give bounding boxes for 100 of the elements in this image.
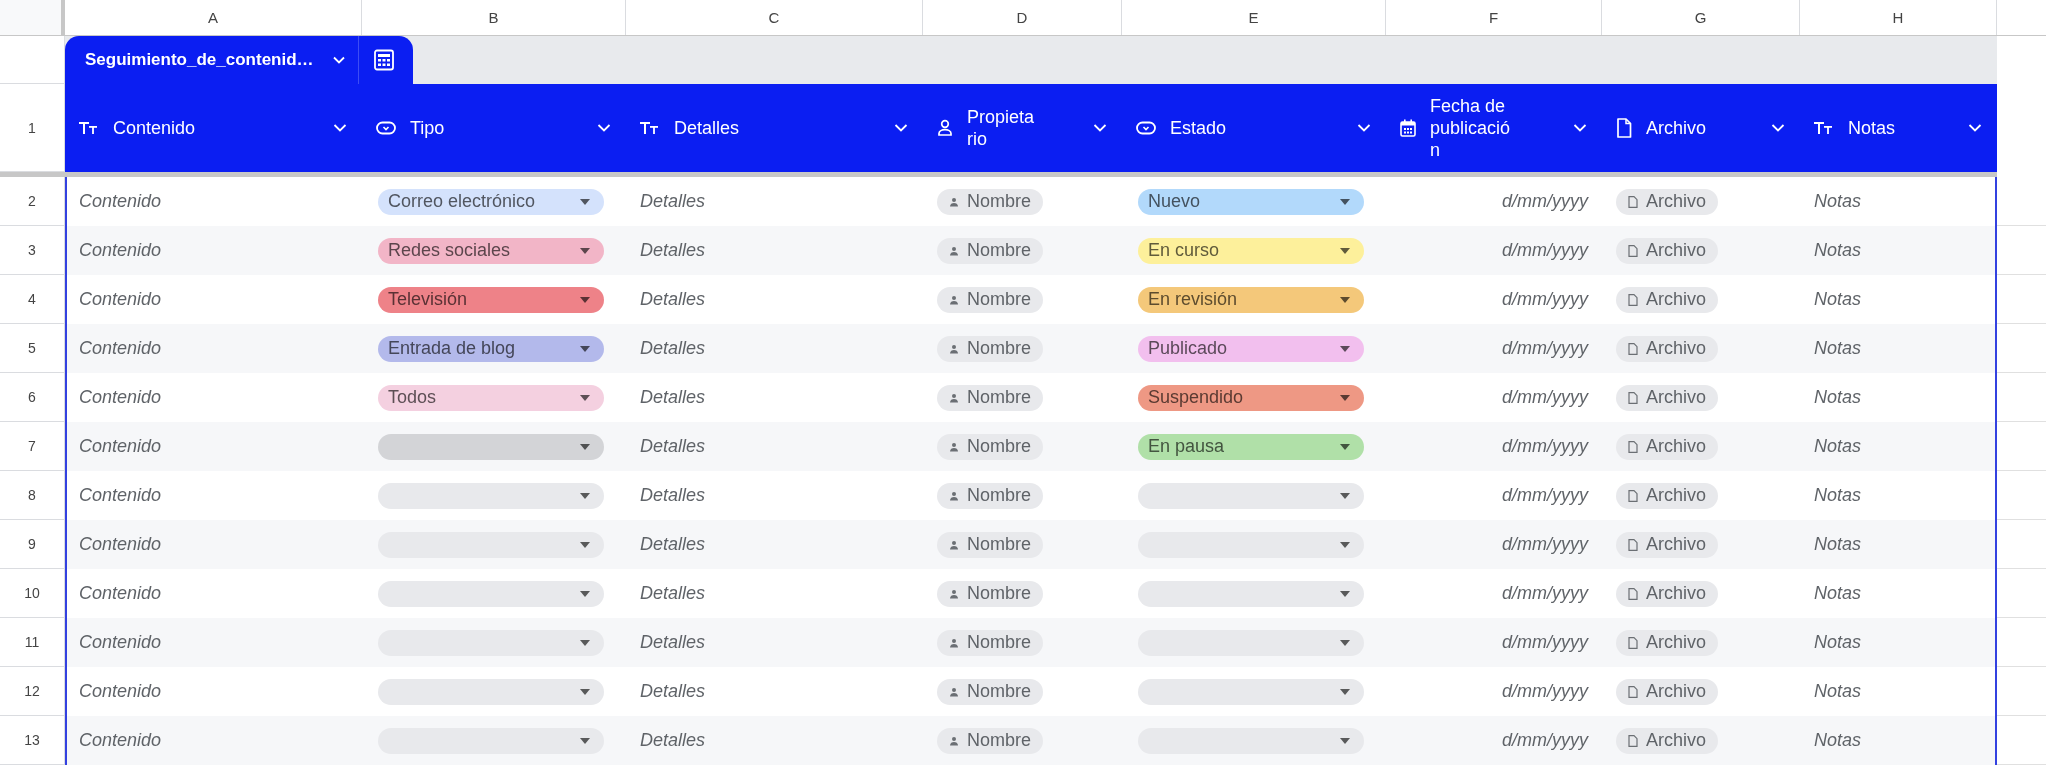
column-header[interactable]: Propieta rio	[923, 84, 1122, 172]
type-dropdown[interactable]	[378, 629, 604, 656]
type-dropdown[interactable]: Entrada de blog	[378, 335, 604, 362]
file-chip[interactable]: Archivo	[1616, 482, 1719, 509]
column-letter[interactable]: F	[1386, 0, 1602, 35]
person-chip[interactable]: Nombre	[937, 482, 1044, 509]
person-chip[interactable]: Nombre	[937, 384, 1044, 411]
type-dropdown[interactable]: Redes sociales	[378, 237, 604, 264]
column-header[interactable]: Estado	[1122, 84, 1386, 172]
person-chip[interactable]: Nombre	[937, 433, 1044, 460]
table-tab[interactable]: Seguimiento_de_contenid…	[65, 36, 413, 84]
column-header[interactable]: Notas	[1800, 84, 1997, 172]
column-title: Detalles	[674, 117, 741, 139]
type-dropdown[interactable]	[378, 727, 604, 754]
type-dropdown[interactable]: Todos	[378, 384, 604, 411]
file-icon	[1628, 440, 1638, 453]
status-dropdown[interactable]	[1138, 629, 1364, 656]
person-chip[interactable]: Nombre	[937, 188, 1044, 215]
column-header[interactable]: Tipo	[362, 84, 626, 172]
file-chip[interactable]: Archivo	[1616, 335, 1719, 362]
calculator-icon[interactable]	[372, 49, 395, 71]
column-letter[interactable]: D	[923, 0, 1122, 35]
column-header[interactable]: Fecha de publicació n	[1386, 84, 1602, 172]
file-chip[interactable]: Archivo	[1616, 580, 1719, 607]
person-chip[interactable]: Nombre	[937, 629, 1044, 656]
row-number: 11	[0, 618, 65, 667]
table-cell: Detalles	[640, 191, 706, 212]
column-letter[interactable]: A	[65, 0, 362, 35]
file-chip[interactable]: Archivo	[1616, 384, 1719, 411]
dropdown-arrow-icon	[1340, 737, 1350, 744]
dropdown-arrow-icon	[1340, 590, 1350, 597]
file-icon	[1628, 587, 1638, 600]
table-cell: Contenido	[79, 681, 162, 702]
person-chip[interactable]: Nombre	[937, 335, 1044, 362]
type-dropdown[interactable]	[378, 531, 604, 558]
row-number: 1	[0, 84, 65, 172]
dropdown-arrow-icon	[1340, 639, 1350, 646]
person-chip[interactable]: Nombre	[937, 727, 1044, 754]
column-letter[interactable]: H	[1800, 0, 1997, 35]
status-dropdown[interactable]: En revisión	[1138, 286, 1364, 313]
table-cell: Detalles	[640, 338, 706, 359]
status-dropdown[interactable]: Suspendido	[1138, 384, 1364, 411]
row-number: 9	[0, 520, 65, 569]
status-dropdown[interactable]	[1138, 482, 1364, 509]
dropdown-arrow-icon	[580, 590, 590, 597]
file-chip[interactable]: Archivo	[1616, 286, 1719, 313]
status-dropdown[interactable]: En curso	[1138, 237, 1364, 264]
type-dropdown[interactable]	[378, 580, 604, 607]
file-icon	[1628, 293, 1638, 306]
date-cell: d/mm/yyyy	[1502, 632, 1588, 653]
dropdown-arrow-icon	[1340, 345, 1350, 352]
column-letter[interactable]: B	[362, 0, 626, 35]
select-all-corner[interactable]	[0, 0, 65, 35]
file-chip[interactable]: Archivo	[1616, 629, 1719, 656]
file-icon	[1628, 244, 1638, 257]
table-cell: Contenido	[79, 387, 162, 408]
type-dropdown[interactable]	[378, 678, 604, 705]
dropdown-arrow-icon	[580, 639, 590, 646]
column-title: Tipo	[410, 117, 446, 139]
person-chip[interactable]: Nombre	[937, 237, 1044, 264]
dropdown-arrow-icon	[580, 296, 590, 303]
status-dropdown[interactable]	[1138, 678, 1364, 705]
column-letter[interactable]: G	[1602, 0, 1800, 35]
status-dropdown[interactable]: Nuevo	[1138, 188, 1364, 215]
type-dropdown[interactable]: Correo electrónico	[378, 188, 604, 215]
person-chip[interactable]: Nombre	[937, 678, 1044, 705]
file-chip[interactable]: Archivo	[1616, 531, 1719, 558]
table-cell: Contenido	[79, 338, 162, 359]
person-icon	[949, 441, 959, 452]
table-cell: Contenido	[79, 436, 162, 457]
person-icon	[949, 490, 959, 501]
file-chip[interactable]: Archivo	[1616, 678, 1719, 705]
person-chip[interactable]: Nombre	[937, 580, 1044, 607]
file-chip[interactable]: Archivo	[1616, 433, 1719, 460]
status-dropdown[interactable]	[1138, 727, 1364, 754]
status-dropdown[interactable]	[1138, 580, 1364, 607]
status-dropdown[interactable]: Publicado	[1138, 335, 1364, 362]
person-icon	[949, 539, 959, 550]
type-dropdown[interactable]	[378, 482, 604, 509]
type-dropdown[interactable]: Televisión	[378, 286, 604, 313]
column-title: Notas	[1848, 117, 1897, 139]
column-letter[interactable]: C	[626, 0, 923, 35]
status-dropdown[interactable]	[1138, 531, 1364, 558]
dropdown-arrow-icon	[580, 394, 590, 401]
status-dropdown[interactable]: En pausa	[1138, 433, 1364, 460]
table-cell: Contenido	[79, 632, 162, 653]
column-header[interactable]: Archivo	[1602, 84, 1800, 172]
column-letter[interactable]: E	[1122, 0, 1386, 35]
dropdown-arrow-icon	[580, 247, 590, 254]
person-icon	[949, 686, 959, 697]
person-chip[interactable]: Nombre	[937, 286, 1044, 313]
table-cell: Contenido	[79, 534, 162, 555]
person-chip[interactable]: Nombre	[937, 531, 1044, 558]
column-header[interactable]: Detalles	[626, 84, 923, 172]
type-dropdown[interactable]	[378, 433, 604, 460]
column-header[interactable]: Contenido	[65, 84, 362, 172]
file-chip[interactable]: Archivo	[1616, 237, 1719, 264]
file-chip[interactable]: Archivo	[1616, 188, 1719, 215]
file-chip[interactable]: Archivo	[1616, 727, 1719, 754]
date-cell: d/mm/yyyy	[1502, 338, 1588, 359]
